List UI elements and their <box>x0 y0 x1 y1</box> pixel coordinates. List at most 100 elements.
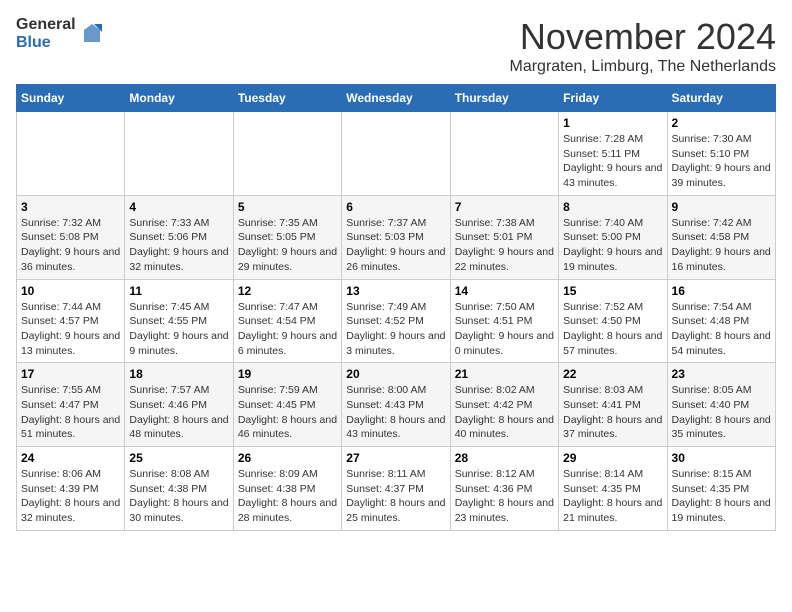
logo-icon <box>80 22 104 46</box>
calendar-cell <box>342 112 450 196</box>
day-info: Sunrise: 7:47 AM Sunset: 4:54 PM Dayligh… <box>238 300 337 359</box>
day-number: 14 <box>455 284 554 298</box>
calendar-cell: 21Sunrise: 8:02 AM Sunset: 4:42 PM Dayli… <box>450 363 558 447</box>
calendar-cell: 8 Sunrise: 7:40 AM Sunset: 5:00 PM Daylig… <box>559 195 667 279</box>
logo: General Blue <box>16 16 104 51</box>
day-number: 11 <box>129 284 228 298</box>
weekday-header-row: SundayMondayTuesdayWednesdayThursdayFrid… <box>17 85 776 112</box>
day-number: 21 <box>455 367 554 381</box>
day-number: 15 <box>563 284 662 298</box>
day-info: Sunrise: 7:42 AM Sunset: 4:58 PM Dayligh… <box>672 216 771 275</box>
day-info: Sunrise: 8:08 AM Sunset: 4:38 PM Dayligh… <box>129 467 228 526</box>
day-number: 4 <box>129 200 228 214</box>
day-number: 26 <box>238 451 337 465</box>
header: General Blue November 2024 Margraten, Li… <box>16 16 776 76</box>
day-number: 18 <box>129 367 228 381</box>
weekday-header-tuesday: Tuesday <box>233 85 341 112</box>
day-info: Sunrise: 7:38 AM Sunset: 5:01 PM Dayligh… <box>455 216 554 275</box>
calendar-cell: 13 Sunrise: 7:49 AM Sunset: 4:52 PM Dayli… <box>342 279 450 363</box>
calendar-cell: 25 Sunrise: 8:08 AM Sunset: 4:38 PM Dayli… <box>125 447 233 531</box>
day-number: 7 <box>455 200 554 214</box>
day-info: Sunrise: 7:59 AM Sunset: 4:45 PM Dayligh… <box>238 383 337 442</box>
day-info: Sunrise: 8:11 AM Sunset: 4:37 PM Dayligh… <box>346 467 445 526</box>
day-number: 9 <box>672 200 771 214</box>
calendar-cell: 2Sunrise: 7:30 AM Sunset: 5:10 PM Daylig… <box>667 112 775 196</box>
day-info: Sunrise: 8:12 AM Sunset: 4:36 PM Dayligh… <box>455 467 554 526</box>
day-info: Sunrise: 7:30 AM Sunset: 5:10 PM Dayligh… <box>672 132 771 191</box>
calendar-cell: 3 Sunrise: 7:32 AM Sunset: 5:08 PM Daylig… <box>17 195 125 279</box>
calendar-cell <box>233 112 341 196</box>
week-row-5: 24 Sunrise: 8:06 AM Sunset: 4:39 PM Dayli… <box>17 447 776 531</box>
day-info: Sunrise: 7:44 AM Sunset: 4:57 PM Dayligh… <box>21 300 120 359</box>
calendar-cell: 15Sunrise: 7:52 AM Sunset: 4:50 PM Dayli… <box>559 279 667 363</box>
day-number: 25 <box>129 451 228 465</box>
day-number: 23 <box>672 367 771 381</box>
day-number: 17 <box>21 367 120 381</box>
calendar-cell: 18 Sunrise: 7:57 AM Sunset: 4:46 PM Dayli… <box>125 363 233 447</box>
calendar-cell: 11 Sunrise: 7:45 AM Sunset: 4:55 PM Dayli… <box>125 279 233 363</box>
day-number: 13 <box>346 284 445 298</box>
calendar-cell: 19 Sunrise: 7:59 AM Sunset: 4:45 PM Dayli… <box>233 363 341 447</box>
day-info: Sunrise: 8:03 AM Sunset: 4:41 PM Dayligh… <box>563 383 662 442</box>
day-number: 24 <box>21 451 120 465</box>
day-info: Sunrise: 7:45 AM Sunset: 4:55 PM Dayligh… <box>129 300 228 359</box>
calendar-cell: 6 Sunrise: 7:37 AM Sunset: 5:03 PM Daylig… <box>342 195 450 279</box>
title-section: November 2024 Margraten, Limburg, The Ne… <box>509 16 776 76</box>
calendar-cell: 5 Sunrise: 7:35 AM Sunset: 5:05 PM Daylig… <box>233 195 341 279</box>
weekday-header-sunday: Sunday <box>17 85 125 112</box>
day-number: 20 <box>346 367 445 381</box>
calendar-cell <box>450 112 558 196</box>
day-info: Sunrise: 7:28 AM Sunset: 5:11 PM Dayligh… <box>563 132 662 191</box>
calendar-cell: 29 Sunrise: 8:14 AM Sunset: 4:35 PM Dayli… <box>559 447 667 531</box>
calendar-cell: 17 Sunrise: 7:55 AM Sunset: 4:47 PM Dayli… <box>17 363 125 447</box>
calendar-table: SundayMondayTuesdayWednesdayThursdayFrid… <box>16 84 776 531</box>
calendar-cell: 27Sunrise: 8:11 AM Sunset: 4:37 PM Dayli… <box>342 447 450 531</box>
calendar-cell: 10Sunrise: 7:44 AM Sunset: 4:57 PM Dayli… <box>17 279 125 363</box>
day-info: Sunrise: 7:35 AM Sunset: 5:05 PM Dayligh… <box>238 216 337 275</box>
day-info: Sunrise: 8:06 AM Sunset: 4:39 PM Dayligh… <box>21 467 120 526</box>
week-row-2: 3 Sunrise: 7:32 AM Sunset: 5:08 PM Daylig… <box>17 195 776 279</box>
day-info: Sunrise: 7:40 AM Sunset: 5:00 PM Dayligh… <box>563 216 662 275</box>
day-info: Sunrise: 7:55 AM Sunset: 4:47 PM Dayligh… <box>21 383 120 442</box>
week-row-4: 17 Sunrise: 7:55 AM Sunset: 4:47 PM Dayli… <box>17 363 776 447</box>
day-number: 30 <box>672 451 771 465</box>
calendar-cell <box>125 112 233 196</box>
calendar-cell: 16 Sunrise: 7:54 AM Sunset: 4:48 PM Dayli… <box>667 279 775 363</box>
day-number: 16 <box>672 284 771 298</box>
day-number: 28 <box>455 451 554 465</box>
day-info: Sunrise: 7:57 AM Sunset: 4:46 PM Dayligh… <box>129 383 228 442</box>
day-number: 8 <box>563 200 662 214</box>
day-info: Sunrise: 7:50 AM Sunset: 4:51 PM Dayligh… <box>455 300 554 359</box>
weekday-header-saturday: Saturday <box>667 85 775 112</box>
day-number: 3 <box>21 200 120 214</box>
calendar-cell: 23 Sunrise: 8:05 AM Sunset: 4:40 PM Dayli… <box>667 363 775 447</box>
day-info: Sunrise: 8:05 AM Sunset: 4:40 PM Dayligh… <box>672 383 771 442</box>
calendar-cell: 9 Sunrise: 7:42 AM Sunset: 4:58 PM Daylig… <box>667 195 775 279</box>
weekday-header-friday: Friday <box>559 85 667 112</box>
day-number: 5 <box>238 200 337 214</box>
calendar-cell: 22 Sunrise: 8:03 AM Sunset: 4:41 PM Dayli… <box>559 363 667 447</box>
day-info: Sunrise: 7:33 AM Sunset: 5:06 PM Dayligh… <box>129 216 228 275</box>
calendar-cell: 20 Sunrise: 8:00 AM Sunset: 4:43 PM Dayli… <box>342 363 450 447</box>
calendar-cell: 26 Sunrise: 8:09 AM Sunset: 4:38 PM Dayli… <box>233 447 341 531</box>
logo-blue-text: Blue <box>16 34 76 52</box>
day-number: 19 <box>238 367 337 381</box>
day-number: 29 <box>563 451 662 465</box>
day-info: Sunrise: 7:54 AM Sunset: 4:48 PM Dayligh… <box>672 300 771 359</box>
day-info: Sunrise: 8:00 AM Sunset: 4:43 PM Dayligh… <box>346 383 445 442</box>
day-number: 22 <box>563 367 662 381</box>
logo-general-text: General <box>16 16 76 34</box>
day-info: Sunrise: 7:37 AM Sunset: 5:03 PM Dayligh… <box>346 216 445 275</box>
weekday-header-thursday: Thursday <box>450 85 558 112</box>
day-number: 6 <box>346 200 445 214</box>
day-info: Sunrise: 8:14 AM Sunset: 4:35 PM Dayligh… <box>563 467 662 526</box>
weekday-header-wednesday: Wednesday <box>342 85 450 112</box>
day-info: Sunrise: 7:32 AM Sunset: 5:08 PM Dayligh… <box>21 216 120 275</box>
weekday-header-monday: Monday <box>125 85 233 112</box>
day-number: 1 <box>563 116 662 130</box>
calendar-cell: 4 Sunrise: 7:33 AM Sunset: 5:06 PM Daylig… <box>125 195 233 279</box>
day-number: 12 <box>238 284 337 298</box>
week-row-1: 1 Sunrise: 7:28 AM Sunset: 5:11 PM Daylig… <box>17 112 776 196</box>
day-info: Sunrise: 8:09 AM Sunset: 4:38 PM Dayligh… <box>238 467 337 526</box>
day-info: Sunrise: 7:49 AM Sunset: 4:52 PM Dayligh… <box>346 300 445 359</box>
